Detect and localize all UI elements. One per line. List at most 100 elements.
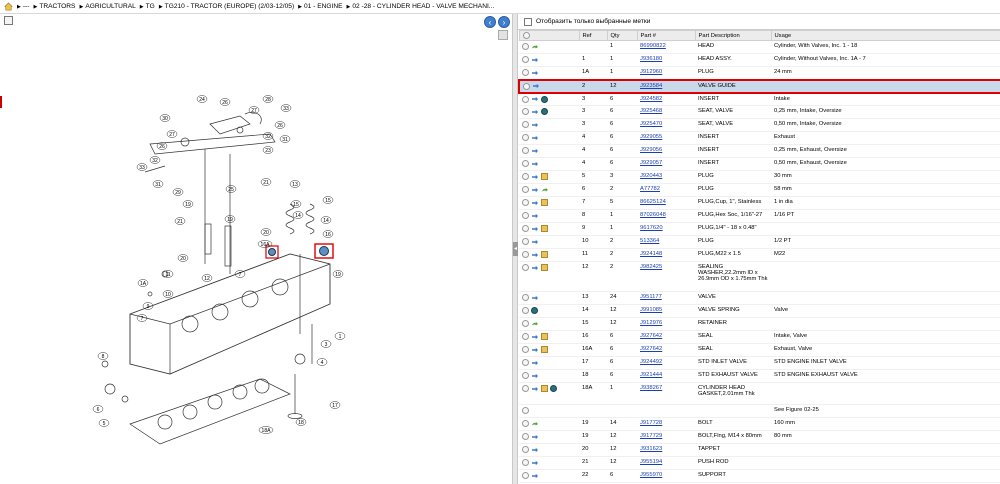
link-arrow-icon[interactable] <box>531 447 539 453</box>
table-row[interactable]: 4 6 J929057 INSERT 0,50 mm, Exhaust, Oversiz… <box>519 157 1000 171</box>
link-arrow-icon[interactable] <box>531 386 539 392</box>
table-row[interactable]: 5 3 J920443 PLUG 30 mm <box>519 170 1000 184</box>
link-arrow-icon[interactable] <box>531 70 539 76</box>
row-part-number[interactable]: A77782 <box>637 183 695 197</box>
row-part-number[interactable]: J921444 <box>637 369 695 383</box>
filter-checkbox[interactable] <box>524 17 532 26</box>
row-part-number[interactable]: J929056 <box>637 144 695 158</box>
green-arrow-icon[interactable] <box>541 187 549 193</box>
link-arrow-icon[interactable] <box>531 473 539 479</box>
gear-icon[interactable] <box>541 95 548 103</box>
settings-icon[interactable] <box>522 31 530 39</box>
green-arrow-icon[interactable] <box>531 421 539 427</box>
link-arrow-icon[interactable] <box>531 161 539 167</box>
row-part-number[interactable]: J982425 <box>637 261 695 292</box>
table-row[interactable]: 18 6 J921444 STD EXHAUST VALVE STD ENGINE EX… <box>519 369 1000 383</box>
table-row[interactable]: 15 12 J912976 RETAINER <box>519 317 1000 331</box>
kit-box-icon[interactable] <box>541 225 548 232</box>
table-row[interactable]: 11 2 J924148 PLUG,M22 x 1.5 M22 <box>519 248 1000 262</box>
link-arrow-icon[interactable] <box>531 239 539 245</box>
add-to-cart-icon[interactable] <box>522 385 529 392</box>
row-part-number[interactable]: J927642 <box>637 330 695 344</box>
row-part-number[interactable]: J912960 <box>637 66 695 80</box>
add-to-cart-icon[interactable] <box>522 225 529 232</box>
row-part-number[interactable]: 86990822 <box>637 40 695 54</box>
link-arrow-icon[interactable] <box>531 57 539 63</box>
table-row[interactable]: 2 12 J923584 VALVE GUIDE <box>518 78 1000 94</box>
header-ref[interactable]: Ref <box>578 30 608 41</box>
table-row[interactable]: 10 2 513364 PLUG 1/2 PT <box>519 235 1000 249</box>
link-arrow-icon[interactable] <box>532 83 540 89</box>
add-to-cart-icon[interactable] <box>522 160 529 167</box>
row-part-number[interactable]: J923584 <box>637 78 695 94</box>
link-arrow-icon[interactable] <box>531 265 539 271</box>
row-part-number[interactable]: 513364 <box>637 235 695 249</box>
link-arrow-icon[interactable] <box>531 213 539 219</box>
link-arrow-icon[interactable] <box>531 460 539 466</box>
table-row[interactable]: 17 6 J924492 STD INLET VALVE STD ENGINE INLE… <box>519 356 1000 370</box>
link-arrow-icon[interactable] <box>531 373 539 379</box>
kit-box-icon[interactable] <box>541 346 548 353</box>
table-row[interactable]: See Figure 02-25 <box>519 404 1000 418</box>
add-to-cart-icon[interactable] <box>522 56 529 63</box>
kit-box-icon[interactable] <box>541 173 548 180</box>
link-arrow-icon[interactable] <box>531 109 539 115</box>
add-to-cart-icon[interactable] <box>522 359 529 366</box>
breadcrumb-item[interactable]: ▶ 02 -28 - CYLINDER HEAD - VALVE MECHANI.… <box>347 3 495 10</box>
table-row[interactable]: 12 2 J982425 SEALING WASHER,22.2mm ID x 26.… <box>519 261 1000 292</box>
table-row[interactable]: 3 6 J925468 SEAT, VALVE 0,25 mm, Intake, Ove… <box>519 105 1000 119</box>
row-part-number[interactable]: J917729 <box>637 430 695 444</box>
add-to-cart-icon[interactable] <box>522 320 529 327</box>
row-part-number[interactable]: J931623 <box>637 443 695 457</box>
table-row[interactable]: 19 12 J917729 BOLT,Flng, M14 x 80mm 80 mm <box>519 430 1000 444</box>
next-button[interactable]: › <box>498 16 510 28</box>
add-to-cart-icon[interactable] <box>522 433 529 440</box>
table-row[interactable]: 20 12 J931623 TAPPET <box>519 443 1000 457</box>
table-row[interactable]: 16 6 J927642 SEAL Intake, Valve <box>519 330 1000 344</box>
table-row[interactable]: 16A 6 J927642 SEAL Exhaust, Valve <box>519 343 1000 357</box>
breadcrumb-item[interactable]: ▶ AGRICULTURAL <box>79 3 135 10</box>
table-row[interactable]: 8 1 87026048 PLUG,Hex Soc, 1/16"-27 1/16 PT <box>519 209 1000 223</box>
table-row[interactable]: 3 6 J925470 SEAT, VALVE 0,50 mm, Intake, Ove… <box>519 118 1000 132</box>
row-part-number[interactable]: J938267 <box>637 382 695 405</box>
link-arrow-icon[interactable] <box>531 200 539 206</box>
green-arrow-icon[interactable] <box>531 321 539 327</box>
link-arrow-icon[interactable] <box>531 360 539 366</box>
add-to-cart-icon[interactable] <box>522 186 529 193</box>
add-to-cart-icon[interactable] <box>522 294 529 301</box>
breadcrumb-item[interactable]: ▶ --- <box>17 3 29 10</box>
row-part-number[interactable]: J925468 <box>637 105 695 119</box>
link-arrow-icon[interactable] <box>531 174 539 180</box>
link-arrow-icon[interactable] <box>531 122 539 128</box>
gear-icon[interactable] <box>550 385 557 392</box>
table-row[interactable]: 1 1 J936180 HEAD ASSY. Cylinder, Without Val… <box>519 53 1000 67</box>
link-arrow-icon[interactable] <box>531 135 539 141</box>
kit-box-icon[interactable] <box>541 264 548 271</box>
add-to-cart-icon[interactable] <box>522 407 529 414</box>
table-row[interactable]: 1 86990822 HEAD Cylinder, With Valves, Inc.… <box>519 40 1000 54</box>
table-row[interactable]: 6 2 A77782 PLUG 58 mm <box>519 183 1000 197</box>
add-to-cart-icon[interactable] <box>522 446 529 453</box>
row-part-number[interactable]: J955194 <box>637 456 695 470</box>
link-arrow-icon[interactable] <box>531 434 539 440</box>
add-to-cart-icon[interactable] <box>522 95 529 103</box>
row-part-number[interactable]: J955970 <box>637 469 695 483</box>
header-qty[interactable]: Qty <box>606 30 638 41</box>
row-part-number[interactable]: J924582 <box>637 92 695 106</box>
link-arrow-icon[interactable] <box>531 187 539 193</box>
add-to-cart-icon[interactable] <box>522 69 529 76</box>
add-to-cart-icon[interactable] <box>522 121 529 128</box>
add-to-cart-icon[interactable] <box>522 43 529 50</box>
row-part-number[interactable]: 9617620 <box>637 222 695 236</box>
header-desc[interactable]: Part Description <box>694 30 772 41</box>
row-part-number[interactable] <box>637 404 695 418</box>
add-to-cart-icon[interactable] <box>523 82 530 90</box>
link-arrow-icon[interactable] <box>531 96 539 102</box>
link-arrow-icon[interactable] <box>531 347 539 353</box>
row-part-number[interactable]: J929057 <box>637 157 695 171</box>
zoom-button[interactable] <box>498 30 508 40</box>
gear-icon[interactable] <box>541 108 548 115</box>
table-row[interactable]: 7 5 86625124 PLUG,Cup, 1", Stainless 1 in di… <box>519 196 1000 210</box>
add-to-cart-icon[interactable] <box>522 199 529 206</box>
add-to-cart-icon[interactable] <box>522 173 529 180</box>
